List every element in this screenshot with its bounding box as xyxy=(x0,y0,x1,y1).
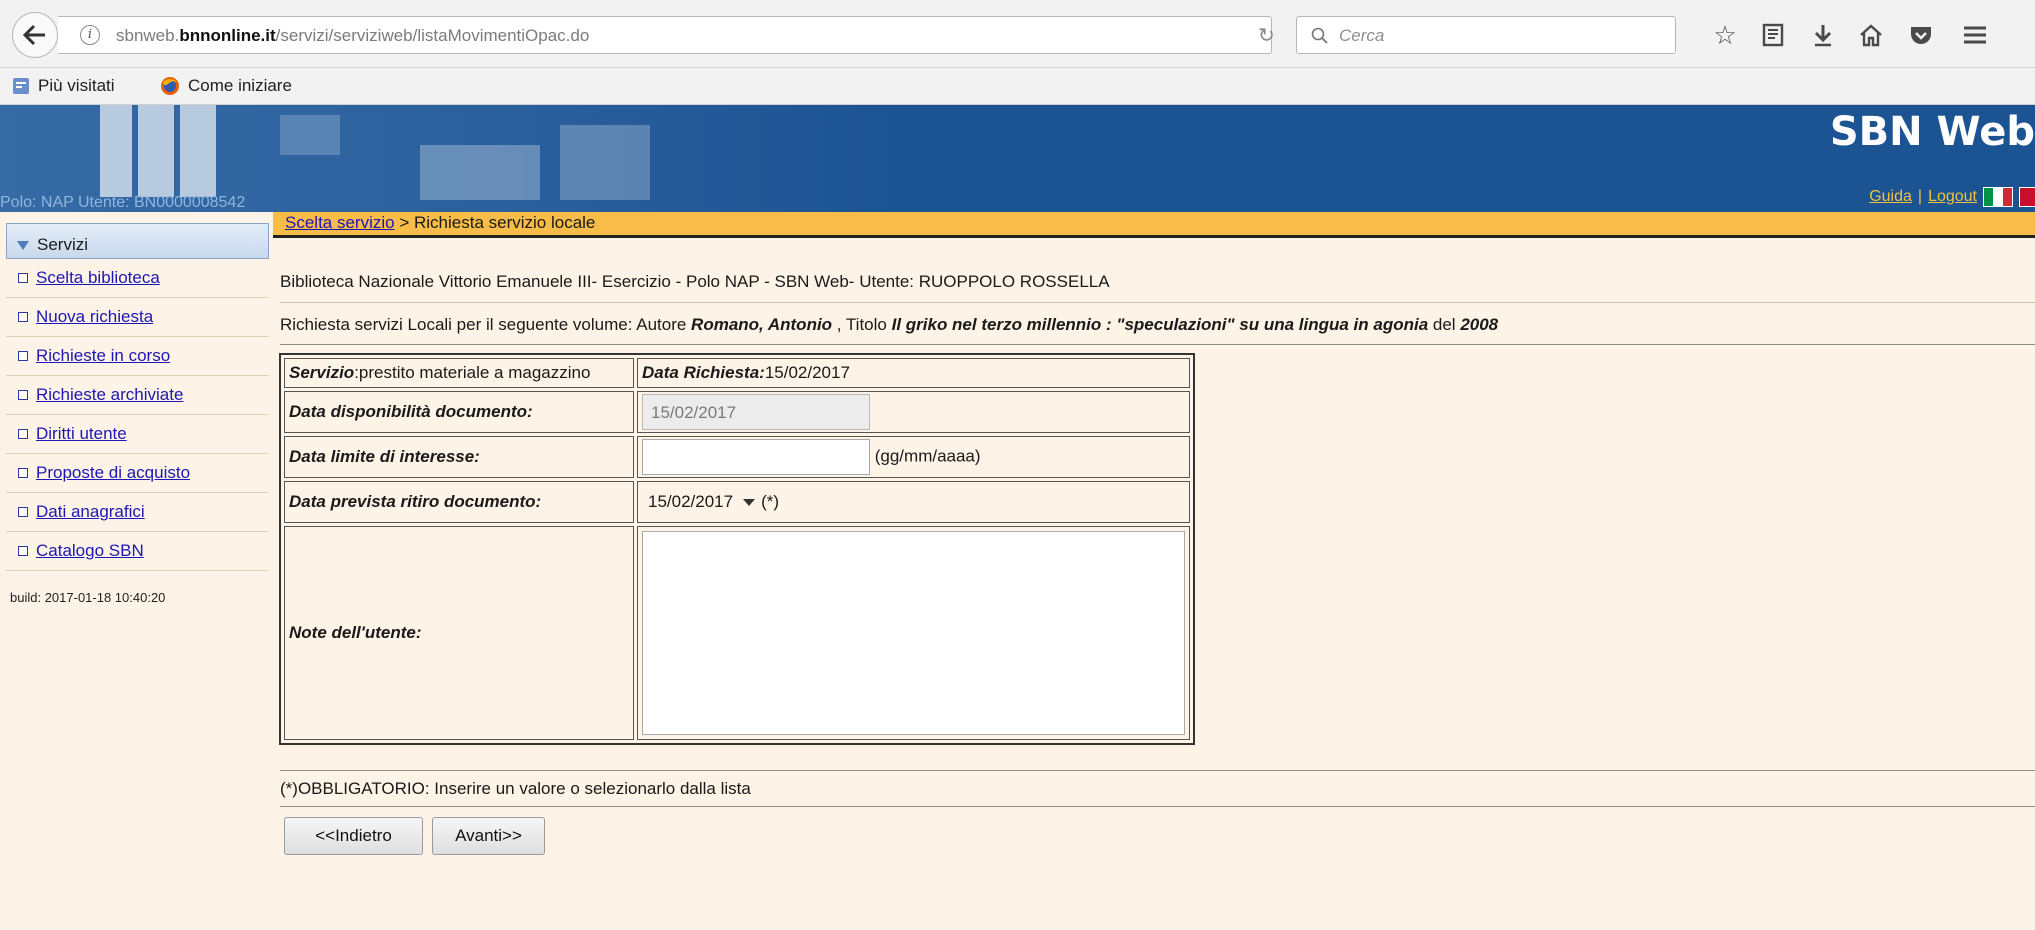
limite-label: Data limite di interesse: xyxy=(289,447,480,466)
sidebar-item-proposte-di-acquisto: Proposte di acquisto xyxy=(6,454,269,493)
data-richiesta-value: 15/02/2017 xyxy=(764,363,850,382)
next-button[interactable]: Avanti>> xyxy=(432,817,545,855)
ritiro-date-select[interactable]: 15/02/2017 xyxy=(642,488,761,516)
breadcrumb: Scelta servizio > Richiesta servizio loc… xyxy=(273,212,2035,238)
disponibilita-label: Data disponibilità documento: xyxy=(289,402,533,421)
sidebar-link[interactable]: Scelta biblioteca xyxy=(36,268,160,288)
sidebar-item-scelta-biblioteca: Scelta biblioteca xyxy=(6,259,269,298)
breadcrumb-current: > Richiesta servizio locale xyxy=(394,213,596,232)
note-textarea[interactable] xyxy=(642,531,1185,735)
sidebar-link[interactable]: Richieste archiviate xyxy=(36,385,183,405)
sidebar-link[interactable]: Dati anagrafici xyxy=(36,502,145,522)
divider xyxy=(280,302,2035,303)
link-separator: | xyxy=(1917,188,1923,205)
sidebar-link[interactable]: Diritti utente xyxy=(36,424,127,444)
logout-link[interactable]: Logout xyxy=(1928,188,1977,206)
sidebar-header-servizi[interactable]: Servizi xyxy=(6,223,269,259)
required-mark: (*) xyxy=(761,492,780,511)
menu-icon[interactable] xyxy=(1960,20,1990,50)
build-info: build: 2017-01-18 10:40:20 xyxy=(10,590,166,605)
publication-year: 2008 xyxy=(1460,315,1499,334)
back-nav-button[interactable]: <<Indietro xyxy=(284,817,423,855)
back-button[interactable] xyxy=(12,12,58,58)
search-placeholder: Cerca xyxy=(1339,26,1385,45)
sidebar-item-dati-anagrafici: Dati anagrafici xyxy=(6,493,269,532)
uk-flag-icon[interactable] xyxy=(2019,187,2035,207)
bullet-icon xyxy=(18,312,28,322)
back-arrow-icon xyxy=(23,24,45,46)
italian-flag-icon[interactable] xyxy=(1983,187,2013,207)
author-name: Romano, Antonio xyxy=(691,315,833,334)
download-icon[interactable] xyxy=(1808,20,1838,50)
sidebar-item-richieste-in-corso: Richieste in corso xyxy=(6,337,269,376)
reading-list-icon[interactable] xyxy=(1758,20,1788,50)
header-links: Guida | Logout xyxy=(1869,187,2035,207)
most-visited-icon xyxy=(13,78,29,94)
firefox-icon xyxy=(161,77,179,95)
breadcrumb-link-scelta-servizio[interactable]: Scelta servizio xyxy=(285,213,395,232)
dropdown-arrow-icon xyxy=(743,498,756,506)
bullet-icon xyxy=(18,273,28,283)
sidebar-item-nuova-richiesta: Nuova richiesta xyxy=(6,298,269,337)
reload-icon[interactable]: ↻ xyxy=(1258,23,1275,48)
book-title: Il griko nel terzo millennio : "speculaz… xyxy=(891,315,1429,334)
limite-field[interactable] xyxy=(642,439,870,475)
polo-user-label: Polo: NAP Utente: BN0000008542 xyxy=(0,194,246,211)
servizio-label: Servizio xyxy=(289,363,355,382)
ritiro-label: Data prevista ritiro documento: xyxy=(289,492,542,511)
home-icon[interactable] xyxy=(1856,20,1886,50)
collapse-triangle-icon xyxy=(17,240,29,250)
browser-nav-bar: i sbnweb.bnnonline.it/servizi/serviziweb… xyxy=(0,0,2035,68)
sidebar: Servizi Scelta biblioteca Nuova richiest… xyxy=(6,223,269,571)
app-title: SBN Web xyxy=(1829,109,2035,155)
bullet-icon xyxy=(18,429,28,439)
pocket-icon[interactable] xyxy=(1906,20,1936,50)
request-description: Richiesta servizi Locali per il seguente… xyxy=(280,315,1499,334)
divider xyxy=(280,770,2035,771)
sidebar-link[interactable]: Catalogo SBN xyxy=(36,541,144,561)
date-format-hint: (gg/mm/aaaa) xyxy=(874,446,981,466)
sidebar-item-richieste-archiviate: Richieste archiviate xyxy=(6,376,269,415)
library-info: Biblioteca Nazionale Vittorio Emanuele I… xyxy=(280,272,1110,291)
bookmark-most-visited[interactable]: Più visitati xyxy=(12,76,115,96)
sidebar-link[interactable]: Richieste in corso xyxy=(36,346,170,366)
search-icon xyxy=(1311,27,1328,44)
sidebar-link[interactable]: Proposte di acquisto xyxy=(36,463,190,483)
data-richiesta-label: Data Richiesta: xyxy=(642,363,765,382)
info-icon[interactable]: i xyxy=(80,25,100,45)
bullet-icon xyxy=(18,390,28,400)
bookmark-star-icon[interactable]: ☆ xyxy=(1710,20,1740,50)
sidebar-item-diritti-utente: Diritti utente xyxy=(6,415,269,454)
bullet-icon xyxy=(18,468,28,478)
sidebar-item-catalogo-sbn: Catalogo SBN xyxy=(6,532,269,571)
note-label: Note dell'utente: xyxy=(289,623,422,642)
bullet-icon xyxy=(18,507,28,517)
disponibilita-field: 15/02/2017 xyxy=(642,394,870,430)
sidebar-link[interactable]: Nuova richiesta xyxy=(36,307,153,327)
url-bar[interactable]: i sbnweb.bnnonline.it/servizi/serviziweb… xyxy=(58,16,1272,54)
url-text: sbnweb.bnnonline.it/servizi/serviziweb/l… xyxy=(116,26,590,45)
servizio-value: :prestito materiale a magazzino xyxy=(354,363,591,382)
divider xyxy=(280,806,2035,807)
data-richiesta-cell: Data Richiesta:15/02/2017 xyxy=(637,358,1190,388)
search-input[interactable]: Cerca xyxy=(1296,16,1676,54)
request-form-table: Servizio:prestito materiale a magazzino … xyxy=(279,353,1195,745)
mandatory-note: (*)OBBLIGATORIO: Inserire un valore o se… xyxy=(280,779,751,798)
servizio-cell: Servizio:prestito materiale a magazzino xyxy=(284,358,634,388)
divider xyxy=(280,344,2035,345)
bullet-icon xyxy=(18,546,28,556)
guida-link[interactable]: Guida xyxy=(1869,188,1912,206)
bookmark-getting-started[interactable]: Come iniziare xyxy=(160,76,292,96)
bullet-icon xyxy=(18,351,28,361)
bookmarks-toolbar: Più visitati Come iniziare xyxy=(0,68,2035,105)
page-header: SBN Web Polo: NAP Utente: BN0000008542 G… xyxy=(0,105,2035,212)
